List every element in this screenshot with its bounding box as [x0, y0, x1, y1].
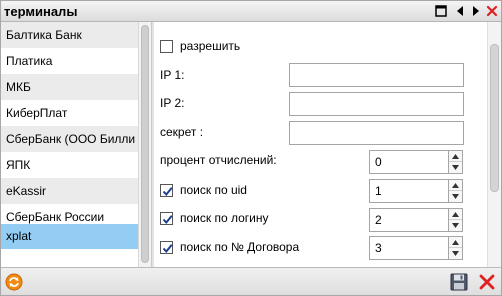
refresh-button[interactable]: [4, 272, 24, 292]
list-scrollbar[interactable]: [138, 22, 151, 267]
percent-label: процент отчислений:: [160, 153, 277, 167]
search-uid-checkbox[interactable]: [160, 184, 173, 197]
search-uid-stepper-buttons: [449, 179, 463, 203]
search-login-label: поиск по логину: [180, 211, 269, 225]
triangle-down-icon: [452, 251, 459, 256]
triangle-up-icon: [452, 239, 459, 245]
search-login-stepper-buttons: [449, 208, 463, 232]
close-icon: [486, 5, 498, 17]
previous-button[interactable]: [452, 3, 468, 19]
terminal-settings-form: разрешить IP 1: IP 2: секрет : процент о…: [154, 22, 487, 267]
percent-stepper[interactable]: 0: [369, 150, 463, 174]
stepper-up-button[interactable]: [449, 237, 462, 248]
allow-label: разрешить: [180, 39, 241, 53]
cancel-icon: [479, 274, 495, 290]
search-contract-checkbox[interactable]: [160, 241, 173, 254]
maximize-icon: [435, 5, 447, 17]
save-icon: [450, 273, 468, 291]
triangle-up-icon: [452, 153, 459, 159]
search-login-stepper[interactable]: 2: [369, 208, 463, 232]
form-scrollbar-thumb[interactable]: [490, 44, 499, 192]
list-scrollbar-thumb[interactable]: [141, 25, 149, 263]
search-contract-value[interactable]: 3: [369, 236, 449, 260]
secret-label: секрет :: [160, 125, 204, 139]
triangle-up-icon: [452, 211, 459, 217]
percent-value[interactable]: 0: [369, 150, 449, 174]
form-scrollbar[interactable]: [487, 22, 501, 267]
stepper-up-button[interactable]: [449, 209, 462, 220]
search-uid-value[interactable]: 1: [369, 179, 449, 203]
stepper-up-button[interactable]: [449, 180, 462, 191]
list-item[interactable]: СберБанк (ООО Билли: [1, 126, 138, 152]
stepper-down-button[interactable]: [449, 248, 462, 259]
triangle-down-icon: [452, 194, 459, 199]
maximize-button[interactable]: [433, 3, 449, 19]
cancel-button[interactable]: [477, 272, 497, 292]
percent-stepper-buttons: [449, 150, 463, 174]
chevron-right-icon: [473, 6, 479, 16]
list-item[interactable]: ЯПК: [1, 152, 138, 178]
stepper-down-button[interactable]: [449, 220, 462, 231]
search-uid-stepper[interactable]: 1: [369, 179, 463, 203]
stepper-up-button[interactable]: [449, 151, 462, 162]
secret-input[interactable]: [289, 121, 464, 145]
refresh-icon: [5, 273, 23, 291]
save-button[interactable]: [449, 272, 469, 292]
checkmark-icon: [162, 187, 173, 197]
title-bar: терминалы: [1, 1, 501, 22]
list-item[interactable]: КиберПлат: [1, 100, 138, 126]
terminals-list[interactable]: Балтика Банк Платика МКБ КиберПлат СберБ…: [1, 22, 138, 267]
next-button[interactable]: [468, 3, 484, 19]
footer-toolbar: [1, 267, 501, 295]
search-contract-stepper[interactable]: 3: [369, 236, 463, 260]
allow-checkbox[interactable]: [160, 40, 173, 53]
search-contract-stepper-buttons: [449, 236, 463, 260]
ip2-label: IP 2:: [160, 96, 185, 110]
stepper-down-button[interactable]: [449, 191, 462, 202]
triangle-down-icon: [452, 223, 459, 228]
list-item[interactable]: Платика: [1, 48, 138, 74]
ip1-input[interactable]: [289, 63, 464, 87]
search-login-value[interactable]: 2: [369, 208, 449, 232]
search-contract-label: поиск по № Договора: [180, 240, 300, 254]
checkmark-icon: [162, 215, 173, 225]
checkmark-icon: [162, 244, 173, 254]
ip1-label: IP 1:: [160, 68, 185, 82]
ip2-input[interactable]: [289, 92, 464, 116]
search-login-checkbox[interactable]: [160, 212, 173, 225]
terminals-window: терминалы Балтика Банк Платика МКБ Кибер…: [0, 0, 502, 296]
search-uid-label: поиск по uid: [180, 183, 247, 197]
chevron-left-icon: [457, 6, 463, 16]
window-title: терминалы: [4, 4, 78, 19]
list-item[interactable]: Балтика Банк: [1, 22, 138, 48]
list-item-selected[interactable]: xplat: [1, 224, 138, 249]
list-item[interactable]: eKassir: [1, 178, 138, 204]
triangle-down-icon: [452, 165, 459, 170]
triangle-up-icon: [452, 182, 459, 188]
list-item[interactable]: МКБ: [1, 74, 138, 100]
stepper-down-button[interactable]: [449, 162, 462, 173]
close-button[interactable]: [484, 3, 500, 19]
